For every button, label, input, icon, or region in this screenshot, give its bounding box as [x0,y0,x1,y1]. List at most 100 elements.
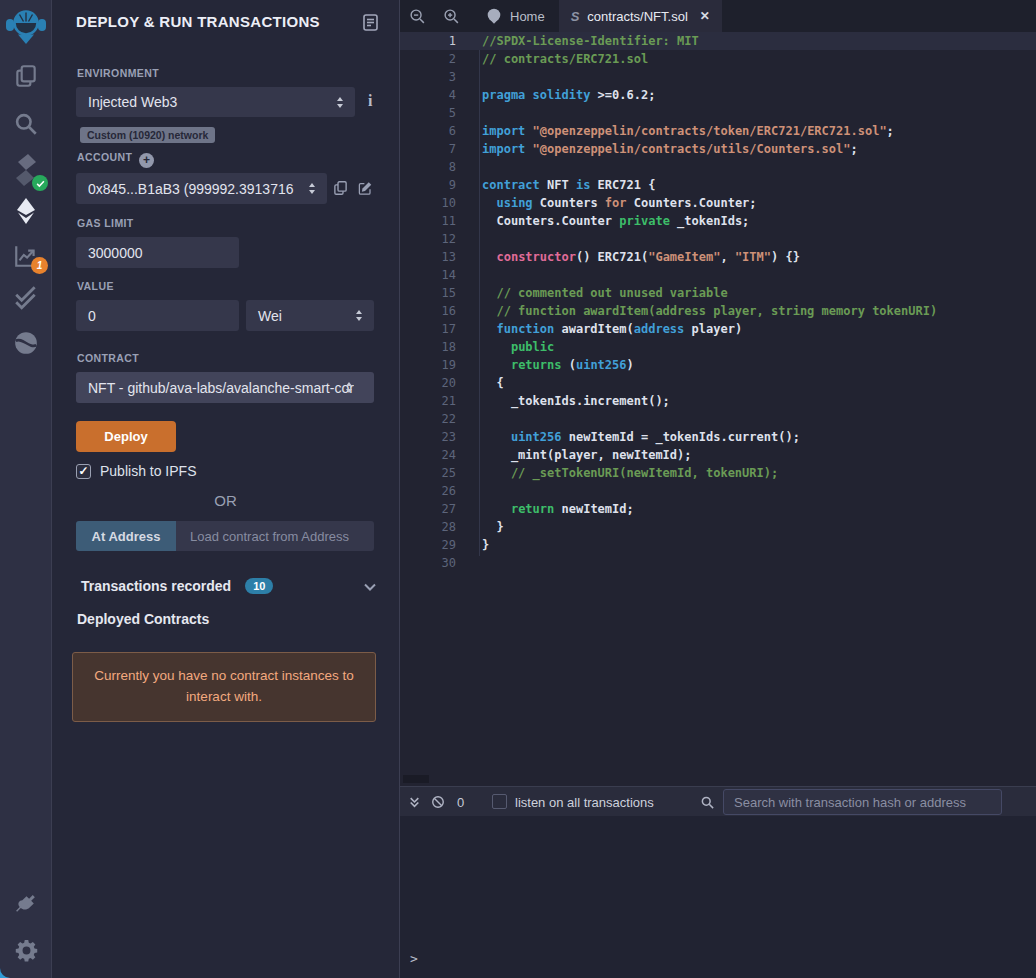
docs-icon[interactable] [363,14,378,35]
home-tab-icon [486,8,502,24]
code-line[interactable]: 12 [400,230,1036,248]
code-line[interactable]: 15 // commented out unused variable [400,284,1036,302]
code-line[interactable]: 18 public [400,338,1036,356]
terminal-search-input[interactable]: Search with transaction hash or address [723,789,1002,815]
panel-title: DEPLOY & RUN TRANSACTIONS [76,13,320,30]
code-line[interactable]: 26 [400,482,1036,500]
remix-logo-icon[interactable] [0,5,52,47]
deploy-button[interactable]: Deploy [76,421,176,452]
line-number: 23 [400,428,482,446]
edit-account-icon[interactable] [357,181,373,200]
search-icon[interactable] [0,111,52,137]
solidity-compiler-icon[interactable] [0,152,52,188]
code-line[interactable]: 30 [400,554,1036,572]
deploy-run-panel: DEPLOY & RUN TRANSACTIONS ENVIRONMENT In… [52,0,400,978]
environment-select[interactable]: Injected Web3 [76,87,355,117]
line-number: 10 [400,194,482,212]
code-line[interactable]: 29} [400,536,1036,554]
code-line[interactable]: 25 // _setTokenURI(newItemId, tokenURI); [400,464,1036,482]
transactions-recorded-row[interactable]: Transactions recorded 10 [81,577,376,595]
listen-all-checkbox[interactable] [492,794,507,809]
code-line[interactable]: 13 constructor() ERC721("GameItem", "ITM… [400,248,1036,266]
value-unit-select[interactable]: Wei [246,300,374,331]
code-line[interactable]: 24 _mint(player, newItemId); [400,446,1036,464]
line-number: 19 [400,356,482,374]
value-input[interactable]: 0 [76,300,239,331]
code-line[interactable]: 4pragma solidity >=0.6.2; [400,86,1036,104]
resize-handle [403,775,429,783]
code-editor[interactable]: 1//SPDX-License-Identifier: MIT2// contr… [400,32,1036,786]
at-address-input[interactable]: Load contract from Address [176,521,374,551]
environment-info-icon[interactable]: i [368,92,372,110]
unit-testing-icon[interactable] [0,285,52,311]
account-label: ACCOUNT+ [77,151,154,168]
code-line[interactable]: 17 function awardItem(address player) [400,320,1036,338]
code-line[interactable]: 7import "@openzeppelin/contracts/utils/C… [400,140,1036,158]
no-instances-alert: Currently you have no contract instances… [72,652,376,722]
code-line[interactable]: 22 [400,410,1036,428]
select-arrows-icon [309,183,315,194]
code-line[interactable]: 6import "@openzeppelin/contracts/token/E… [400,122,1036,140]
line-number: 20 [400,374,482,392]
network-badge: Custom (10920) network [80,127,215,143]
solidity-file-icon: S [571,9,580,24]
remix-ide: 1 DEPLOY & RUN TRANSACTIONS ENVIRONMENT … [0,0,1036,978]
zoom-in-icon[interactable] [434,0,468,32]
line-number: 28 [400,518,482,536]
deployed-contracts-label: Deployed Contracts [77,611,209,627]
line-number: 30 [400,554,482,572]
line-number: 5 [400,104,482,122]
clear-console-icon[interactable] [431,787,445,817]
contract-select[interactable]: NFT - github/ava-labs/avalanche-smart-co… [76,372,374,403]
close-tab-icon[interactable]: ✕ [700,9,710,23]
code-line[interactable]: 5 [400,104,1036,122]
terminal-prompt: > [410,951,418,966]
select-arrows-icon [337,97,343,108]
code-line[interactable]: 1//SPDX-License-Identifier: MIT [400,32,1036,50]
code-line[interactable]: 11 Counters.Counter private _tokenIds; [400,212,1036,230]
chevron-down-icon[interactable] [364,577,376,595]
code-line[interactable]: 8 [400,158,1036,176]
code-line[interactable]: 3 [400,68,1036,86]
publish-ipfs-checkbox[interactable]: ✓ [76,464,91,479]
copy-account-icon[interactable] [333,180,348,200]
line-number: 16 [400,302,482,320]
line-number: 15 [400,284,482,302]
code-line[interactable]: 10 using Counters for Counters.Counter; [400,194,1036,212]
listen-all-label: listen on all transactions [515,787,654,817]
add-account-icon[interactable]: + [139,153,154,168]
account-select[interactable]: 0x845...B1aB3 (999992.3913716 [76,173,327,204]
code-line[interactable]: 28 } [400,518,1036,536]
code-line[interactable]: 2// contracts/ERC721.sol [400,50,1036,68]
line-number: 24 [400,446,482,464]
collapse-terminal-icon[interactable] [408,787,421,817]
code-line[interactable]: 21 _tokenIds.increment(); [400,392,1036,410]
terminal-output[interactable]: > [400,816,1036,978]
code-line[interactable]: 20 { [400,374,1036,392]
deploy-run-icon[interactable] [0,197,52,225]
settings-icon[interactable] [0,938,52,963]
gas-limit-label: GAS LIMIT [77,217,134,229]
code-line[interactable]: 27 return newItemId; [400,500,1036,518]
contract-label: CONTRACT [77,352,139,364]
debugger-icon[interactable] [0,330,52,356]
tab-home[interactable]: Home [472,0,559,32]
code-line[interactable]: 9contract NFT is ERC721 { [400,176,1036,194]
plugin-manager-icon[interactable] [0,893,52,918]
code-line[interactable]: 14 [400,266,1036,284]
tab-bar: Home S contracts/NFT.sol ✕ [400,0,1036,32]
code-line[interactable]: 23 uint256 newItemId = _tokenIds.current… [400,428,1036,446]
at-address-button[interactable]: At Address [76,521,176,551]
code-line[interactable]: 16 // function awardItem(address player,… [400,302,1036,320]
or-separator: OR [52,492,399,509]
line-number: 27 [400,500,482,518]
code-line[interactable]: 19 returns (uint256) [400,356,1036,374]
tab-contracts-nft-sol[interactable]: S contracts/NFT.sol ✕ [559,0,722,32]
zoom-out-icon[interactable] [400,0,434,32]
file-explorer-icon[interactable] [0,63,52,89]
static-analysis-icon[interactable]: 1 [0,243,52,269]
transactions-recorded-label: Transactions recorded [81,578,231,594]
editor-area: Home S contracts/NFT.sol ✕ 1//SPDX-Licen… [400,0,1036,978]
gas-limit-input[interactable]: 3000000 [76,237,239,268]
line-number: 25 [400,464,482,482]
